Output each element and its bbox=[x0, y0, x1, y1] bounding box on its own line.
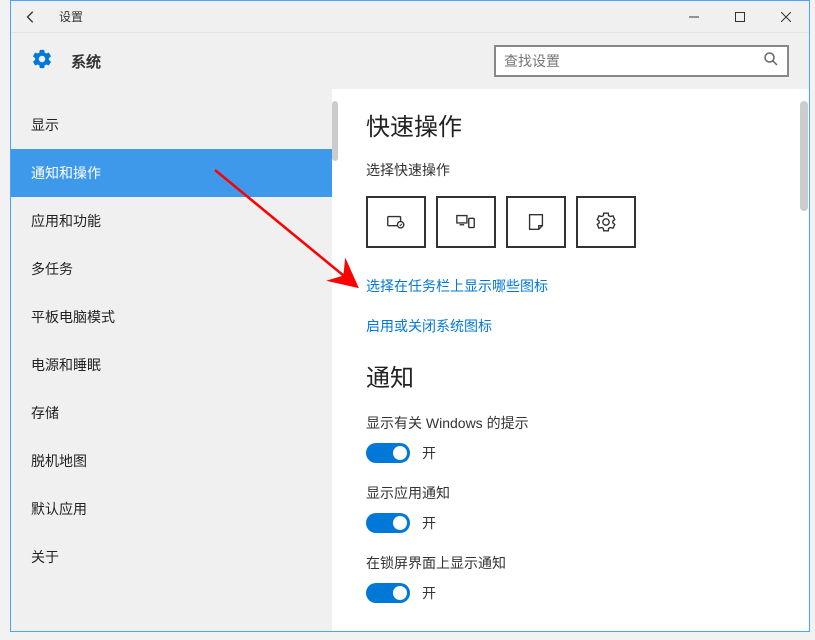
toggle-app-notifications[interactable] bbox=[366, 513, 410, 533]
content-scrollbar[interactable] bbox=[799, 89, 809, 631]
all-settings-icon bbox=[595, 211, 617, 233]
toggle-state: 开 bbox=[422, 583, 436, 603]
setting-lockscreen-notifications: 在锁屏界面上显示通知 开 bbox=[366, 553, 781, 603]
back-arrow-icon bbox=[24, 10, 38, 24]
sidebar-item-label: 多任务 bbox=[31, 259, 73, 279]
sidebar-item-tablet[interactable]: 平板电脑模式 bbox=[11, 293, 332, 341]
setting-app-notifications: 显示应用通知 开 bbox=[366, 483, 781, 533]
quick-actions-grid bbox=[366, 196, 781, 248]
sidebar-item-about[interactable]: 关于 bbox=[11, 533, 332, 581]
sidebar-item-label: 通知和操作 bbox=[31, 163, 101, 183]
sidebar-item-label: 脱机地图 bbox=[31, 451, 87, 471]
setting-label: 在锁屏界面上显示通知 bbox=[366, 553, 781, 573]
close-icon bbox=[781, 12, 791, 22]
maximize-button[interactable] bbox=[717, 1, 763, 33]
qa-tile-tablet-mode[interactable] bbox=[366, 196, 426, 248]
body: 显示 通知和操作 应用和功能 多任务 平板电脑模式 电源和睡眠 存储 脱机地图 … bbox=[11, 89, 809, 631]
qa-tile-connect[interactable] bbox=[436, 196, 496, 248]
sidebar-item-display[interactable]: 显示 bbox=[11, 101, 332, 149]
sidebar-item-storage[interactable]: 存储 bbox=[11, 389, 332, 437]
notifications-section: 通知 显示有关 Windows 的提示 开 显示应用通知 开 bbox=[366, 358, 781, 603]
titlebar: 设置 bbox=[11, 1, 809, 33]
window-title: 设置 bbox=[59, 8, 671, 25]
link-system-icons[interactable]: 启用或关闭系统图标 bbox=[366, 316, 781, 336]
window-controls bbox=[671, 1, 809, 33]
setting-windows-tips: 显示有关 Windows 的提示 开 bbox=[366, 413, 781, 463]
toggle-state: 开 bbox=[422, 443, 436, 463]
gear-icon bbox=[31, 48, 53, 75]
sidebar-item-label: 平板电脑模式 bbox=[31, 307, 115, 327]
search-input[interactable] bbox=[504, 53, 763, 69]
minimize-icon bbox=[689, 12, 699, 22]
sidebar-item-default-apps[interactable]: 默认应用 bbox=[11, 485, 332, 533]
settings-window: 设置 系统 显示 通知和操作 应用和功能 多任务 平板电脑模式 电源和睡眠 bbox=[10, 0, 810, 632]
sidebar-item-apps[interactable]: 应用和功能 bbox=[11, 197, 332, 245]
maximize-icon bbox=[735, 12, 745, 22]
toggle-lockscreen-notifications[interactable] bbox=[366, 583, 410, 603]
search-icon bbox=[763, 51, 779, 72]
search-box[interactable] bbox=[494, 45, 789, 77]
tablet-mode-icon bbox=[385, 211, 407, 233]
setting-label: 显示有关 Windows 的提示 bbox=[366, 413, 781, 433]
sidebar-item-label: 关于 bbox=[31, 547, 59, 567]
close-button[interactable] bbox=[763, 1, 809, 33]
sidebar-item-offline-maps[interactable]: 脱机地图 bbox=[11, 437, 332, 485]
back-button[interactable] bbox=[11, 1, 51, 33]
toggle-state: 开 bbox=[422, 513, 436, 533]
sidebar: 显示 通知和操作 应用和功能 多任务 平板电脑模式 电源和睡眠 存储 脱机地图 … bbox=[11, 89, 332, 631]
minimize-button[interactable] bbox=[671, 1, 717, 33]
setting-label: 显示应用通知 bbox=[366, 483, 781, 503]
sidebar-item-notifications[interactable]: 通知和操作 bbox=[11, 149, 332, 197]
header-category: 系统 bbox=[71, 51, 476, 72]
header: 系统 bbox=[11, 33, 809, 89]
sidebar-item-label: 电源和睡眠 bbox=[31, 355, 101, 375]
link-taskbar-icons[interactable]: 选择在任务栏上显示哪些图标 bbox=[366, 276, 781, 296]
sidebar-item-label: 默认应用 bbox=[31, 499, 87, 519]
sidebar-item-power[interactable]: 电源和睡眠 bbox=[11, 341, 332, 389]
sidebar-item-multitasking[interactable]: 多任务 bbox=[11, 245, 332, 293]
quick-actions-subtitle: 选择快速操作 bbox=[366, 160, 781, 180]
notifications-title: 通知 bbox=[366, 358, 781, 393]
connect-icon bbox=[455, 211, 477, 233]
qa-tile-all-settings[interactable] bbox=[576, 196, 636, 248]
qa-tile-note[interactable] bbox=[506, 196, 566, 248]
sidebar-item-label: 存储 bbox=[31, 403, 59, 423]
note-icon bbox=[525, 211, 547, 233]
quick-actions-title: 快速操作 bbox=[366, 107, 781, 142]
main-content: 快速操作 选择快速操作 选择在任务栏上显示哪些图标 启用或关闭系统图标 bbox=[338, 89, 809, 631]
sidebar-item-label: 应用和功能 bbox=[31, 211, 101, 231]
toggle-windows-tips[interactable] bbox=[366, 443, 410, 463]
sidebar-item-label: 显示 bbox=[31, 115, 59, 135]
